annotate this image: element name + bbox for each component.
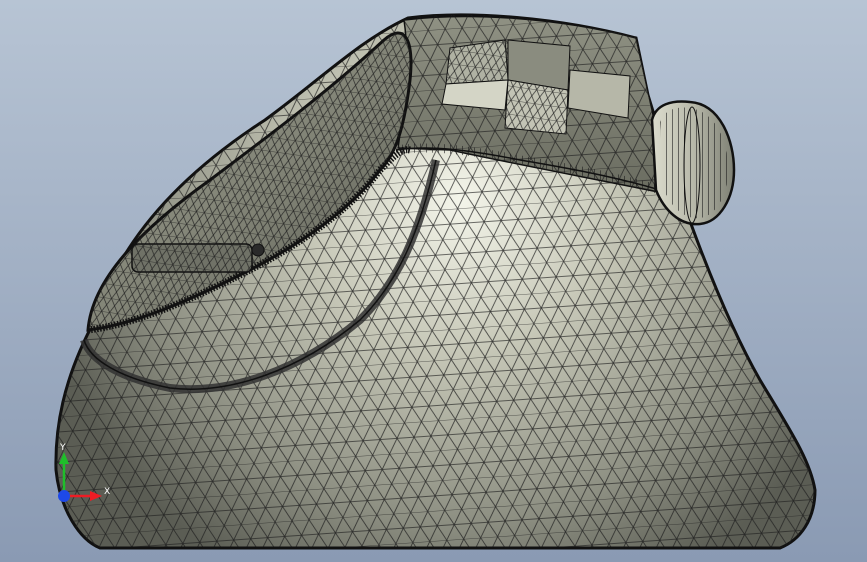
x-axis-label: X	[104, 487, 110, 497]
model-render[interactable]	[0, 0, 867, 562]
z-axis-dot-icon	[58, 490, 70, 502]
graphics-viewport[interactable]: Y X	[0, 0, 867, 562]
y-axis-arrow-icon	[59, 452, 69, 496]
y-axis-label: Y	[59, 443, 66, 453]
coordinate-triad: Y X	[58, 443, 110, 502]
